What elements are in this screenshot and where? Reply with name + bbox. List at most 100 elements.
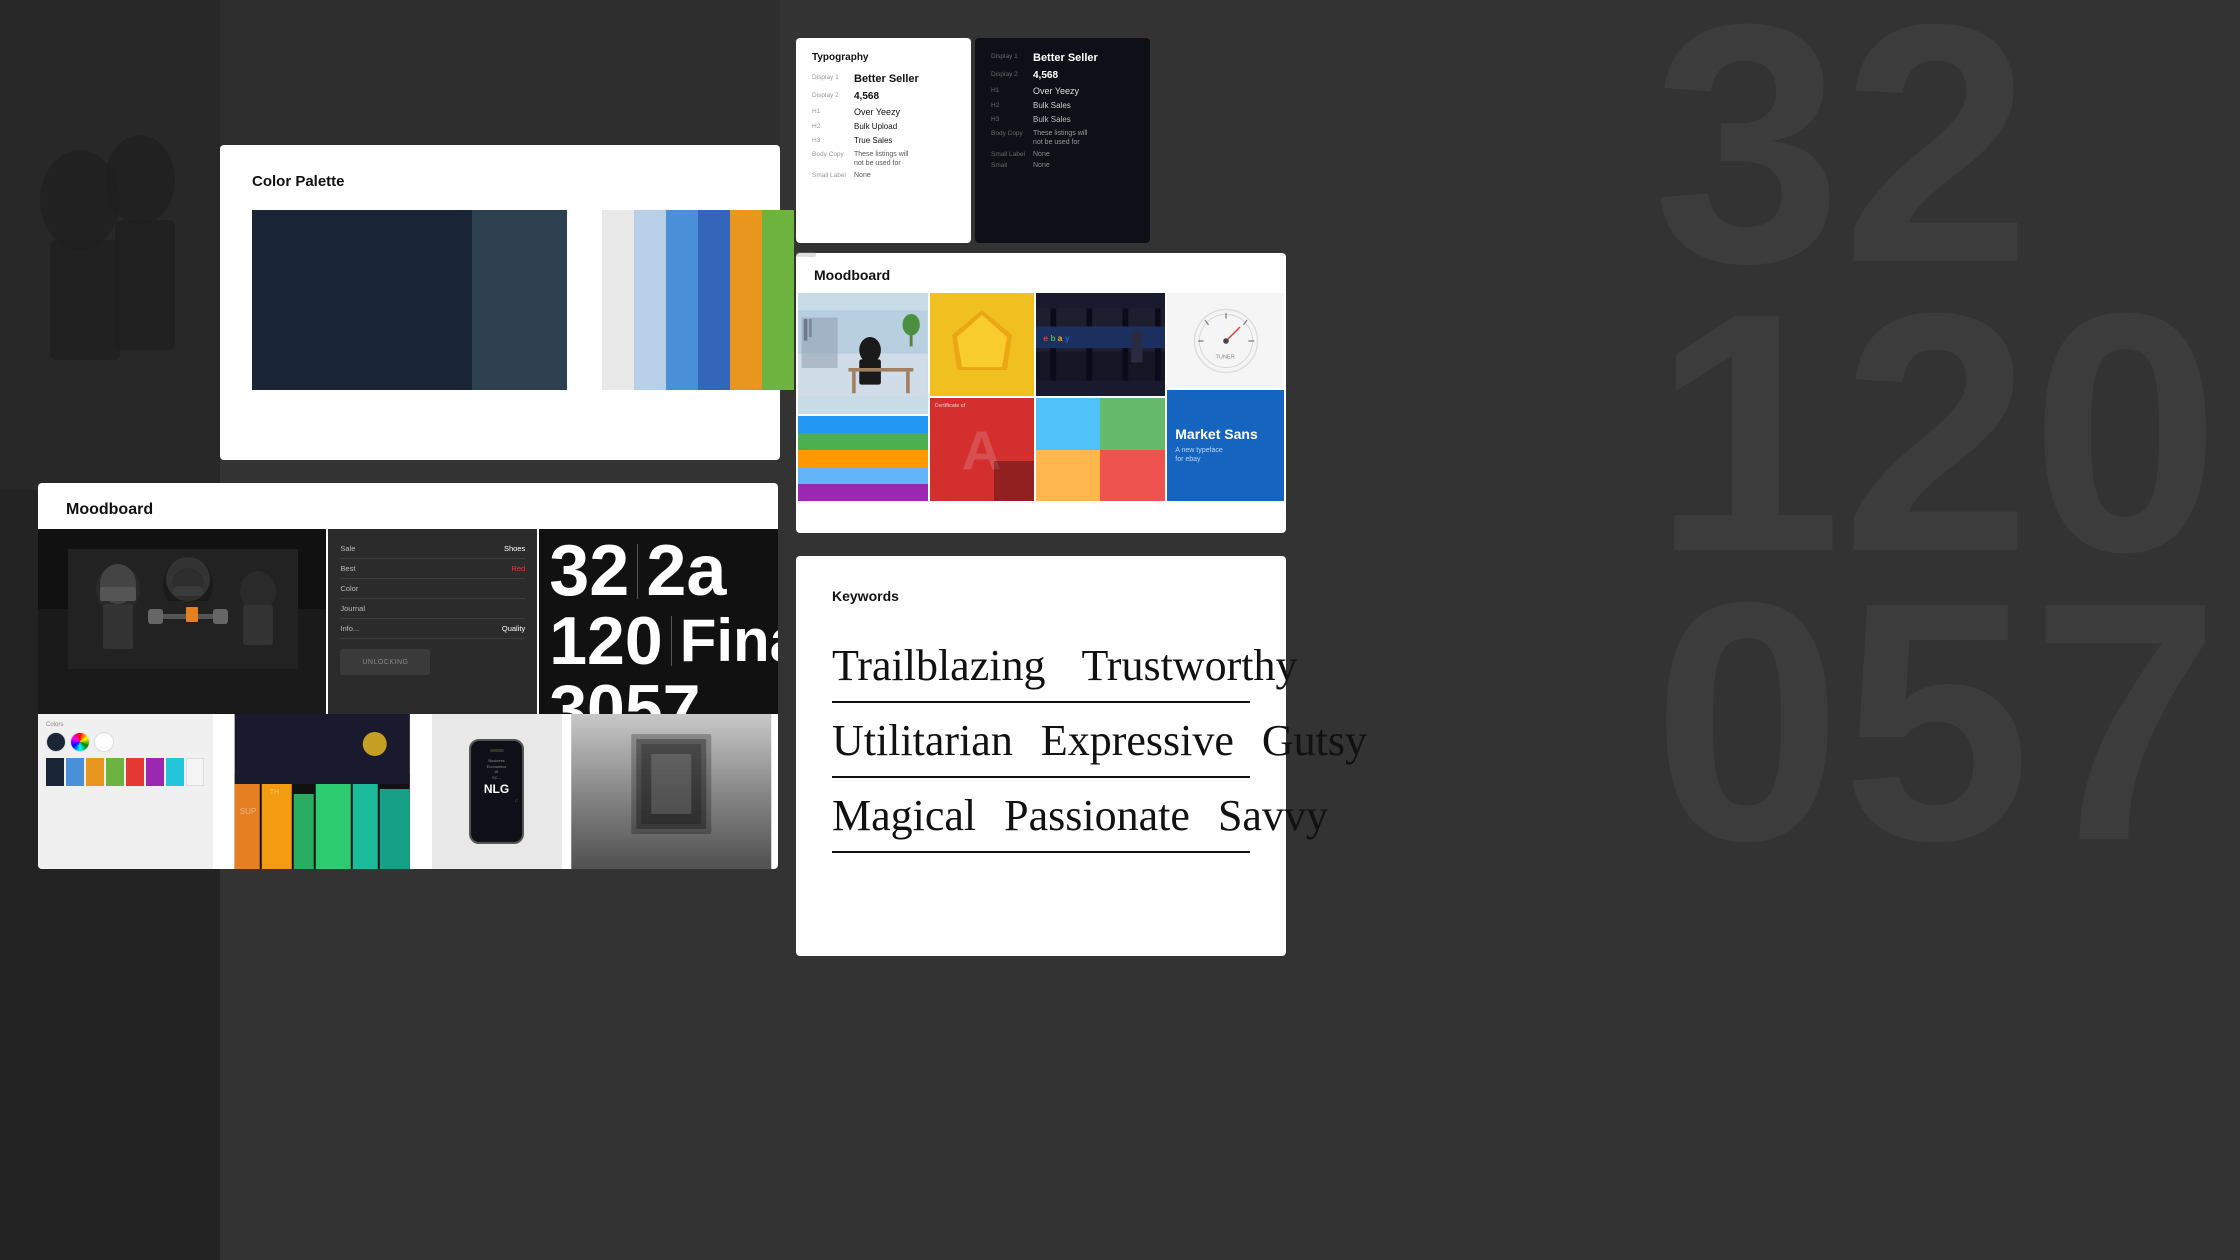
moodboard-bottom-bot-row: Colors <box>38 714 778 869</box>
ui-label-sale: Sale <box>340 544 355 553</box>
swatch-green <box>762 210 794 390</box>
ui-value-info: Quality <box>502 624 525 633</box>
svg-text:a: a <box>1057 333 1062 343</box>
market-sans-title: Market Sans <box>1175 427 1257 442</box>
typo-label-display1: Display 1 <box>812 73 854 85</box>
swatch-mid-navy <box>472 210 567 390</box>
typo-label-display2: Display 2 <box>812 91 854 102</box>
phone-mockup: BusinessEconomicsAISC... NLG C <box>469 739 524 844</box>
keyword-gutsy: Gutsy <box>1262 715 1367 766</box>
typography-card-light: Typography Display 1 Better Seller Displ… <box>796 38 971 243</box>
color-swatches <box>252 210 748 390</box>
number-120: 120 <box>549 607 662 675</box>
keyword-magical: Magical <box>832 790 976 841</box>
moodboard-city-img: SUP TH <box>215 714 430 869</box>
ui-label-journal: Journal <box>340 604 365 613</box>
typo-value-body: These listings willnot be used for <box>854 150 908 168</box>
typo-value-h3: True Sales <box>854 136 892 145</box>
swatch-light-blue <box>634 210 666 390</box>
typo-dark-label-small: Small Label <box>991 151 1033 158</box>
ui-panel-content: Sale Shoes Best Red Color Journal Info..… <box>328 529 537 685</box>
typo-dark-row-display1: Display 1 Better Seller <box>991 52 1134 64</box>
typo-dark-label-h3: H3 <box>991 115 1033 124</box>
dot-rainbow <box>70 732 90 752</box>
number-3057: 3057 <box>549 675 700 714</box>
keyword-trustworthy: Trustworthy <box>1081 640 1297 691</box>
gap-bar <box>796 252 816 257</box>
market-sans-subtitle: A new typefacefor ebay <box>1175 446 1222 464</box>
ui-row-sale: Sale Shoes <box>340 539 525 559</box>
svg-text:e: e <box>1043 333 1048 343</box>
typo-row-display2: Display 2 4,568 <box>812 91 955 102</box>
numbers-separator-1 <box>637 544 638 599</box>
typo-value-small-label: None <box>854 172 871 179</box>
mini-swatches <box>46 758 205 818</box>
keywords-card: Keywords Trailblazing Trustworthy Utilit… <box>796 556 1286 956</box>
typo-dark-label-h2: H2 <box>991 101 1033 110</box>
typo-label-small-label: Small Label <box>812 172 854 179</box>
moodboard-bottom-title: Moodboard <box>38 483 778 529</box>
typography-title: Typography <box>812 52 955 63</box>
typo-dark-value-h1: Over Yeezy <box>1033 86 1079 96</box>
moodboard-office-img <box>798 293 928 414</box>
moodboard-numbers-panel: 32 2a 120 Final 3057 <box>539 529 778 714</box>
typo-value-h1: Over Yeezy <box>854 107 900 117</box>
numbers-top-row: 32 2a <box>549 535 768 607</box>
number-2a: 2a <box>646 535 726 607</box>
typo-dark-label-small2: Small <box>991 162 1033 169</box>
ui-label-color: Color <box>340 584 358 593</box>
ui-label-best: Best <box>340 564 355 573</box>
keyword-savvy: Savvy <box>1218 790 1328 841</box>
unlocking-button[interactable]: UNLOCKING <box>340 649 430 675</box>
typo-value-display2: 4,568 <box>854 91 879 102</box>
typo-row-h1: H1 Over Yeezy <box>812 107 955 117</box>
moodboard-market-sans-img: Market Sans A new typefacefor ebay <box>1167 390 1284 501</box>
moodboard-poster-img: A Certificate of <box>930 398 1034 501</box>
phone-nlg: NLG <box>484 782 509 796</box>
phone-notch <box>490 749 504 752</box>
moodboard-bottom-top-row: Sale Shoes Best Red Color Journal Info..… <box>38 529 778 714</box>
typo-dark-value-h2: Bulk Sales <box>1033 101 1071 110</box>
moodboard-bottom-card: Moodboard <box>38 483 778 869</box>
typo-dark-row-h1: H1 Over Yeezy <box>991 86 1134 96</box>
swatch-light <box>602 210 634 390</box>
svg-text:b: b <box>1050 333 1055 343</box>
swatch-orange <box>730 210 762 390</box>
typo-dark-value-small2: None <box>1033 162 1050 169</box>
typo-value-h2: Bulk Upload <box>854 122 897 131</box>
moodboard-col2: A Certificate of <box>930 293 1034 501</box>
svg-text:TUNER: TUNER <box>1215 354 1234 360</box>
ui-row-info: Info... Quality <box>340 619 525 639</box>
typo-row-body: Body Copy These listings willnot be used… <box>812 150 955 168</box>
svg-text:SUP: SUP <box>240 807 256 816</box>
keywords-row-2: Utilitarian Expressive Gutsy <box>832 715 1250 778</box>
moodboard-yellow-img <box>930 293 1034 396</box>
moodboard-right-card: Moodboard <box>796 253 1286 533</box>
keywords-row-3: Magical Passionate Savvy <box>832 790 1250 853</box>
keyword-utilitarian: Utilitarian <box>832 715 1013 766</box>
typo-dark-label-display1: Display 1 <box>991 52 1033 64</box>
number-final: Final <box>680 611 778 671</box>
moodboard-colors-ui-img: Colors <box>38 714 213 869</box>
typo-dark-value-small: None <box>1033 151 1050 158</box>
typo-dark-label-h1: H1 <box>991 86 1033 96</box>
keyword-expressive: Expressive <box>1041 715 1234 766</box>
moodboard-gray-img <box>564 714 779 869</box>
unlocking-label: UNLOCKING <box>362 659 408 666</box>
svg-text:TH: TH <box>270 789 279 796</box>
ui-button-area: UNLOCKING <box>340 649 525 675</box>
keyword-trailblazing: Trailblazing <box>832 640 1045 691</box>
swatch-deep-blue <box>698 210 730 390</box>
ui-label-info: Info... <box>340 624 359 633</box>
ui-value-sale: Shoes <box>504 544 525 553</box>
typo-dark-row-h3: H3 Bulk Sales <box>991 115 1134 124</box>
moodboard-gauge-img: TUNER <box>1167 293 1284 388</box>
typo-dark-row-display2: Display 2 4,568 <box>991 70 1134 81</box>
moodboard-motorcyclists-img <box>38 529 326 714</box>
typo-row-display1: Display 1 Better Seller <box>812 73 955 85</box>
typo-dark-row-body: Body Copy These listings willnot be used… <box>991 129 1134 147</box>
typo-value-display1: Better Seller <box>854 73 919 85</box>
swatch-dark-navy <box>252 210 472 390</box>
typo-label-h3: H3 <box>812 136 854 145</box>
typo-dark-row-small: Small Label None <box>991 151 1134 158</box>
